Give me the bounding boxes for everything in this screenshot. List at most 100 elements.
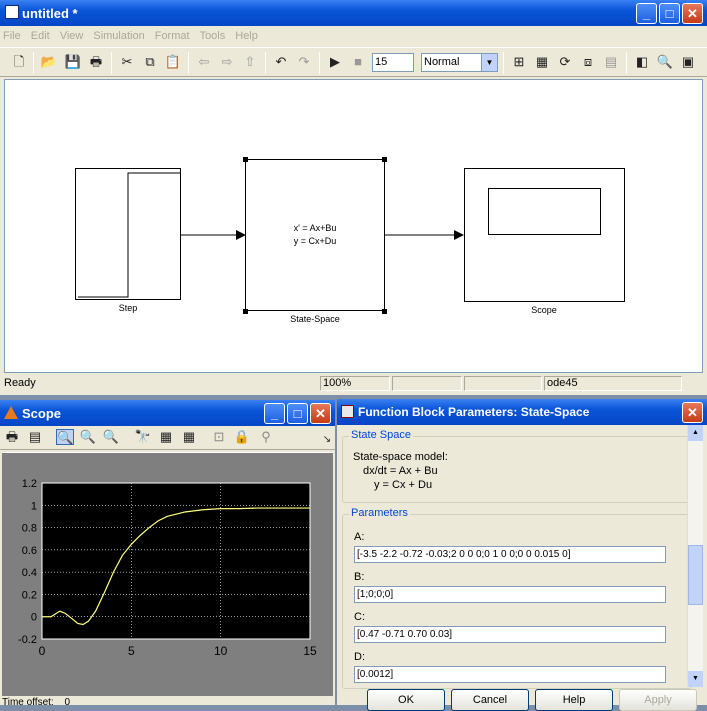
selection-handle[interactable] (382, 309, 387, 314)
scope-label: Scope (531, 305, 557, 315)
state-space-equation-2: y = Cx+Du (293, 236, 337, 246)
y-tick-label: 0 (31, 612, 37, 624)
selection-handle[interactable] (243, 157, 248, 162)
model-canvas[interactable]: Step x' = Ax+Bu y = Cx+Du State-Space Sc… (4, 79, 703, 373)
menu-view[interactable]: View (60, 30, 84, 42)
open-folder-icon[interactable]: 📂 (40, 54, 58, 70)
apply-button[interactable]: Apply (619, 689, 697, 711)
redo-icon[interactable]: ↷ (295, 54, 313, 70)
signal-line-2 (385, 230, 464, 240)
print-icon[interactable]: 🖶 (3, 429, 21, 445)
state-space-description-group: State Space State-space model: dx/dt = A… (342, 429, 692, 503)
time-offset-row: Time offset: 0 (2, 697, 70, 708)
simulation-mode-select[interactable]: Normal ▼ (421, 53, 498, 72)
forward-arrow-icon[interactable]: ⇨ (218, 54, 236, 70)
close-button[interactable]: ✕ (682, 3, 703, 24)
cancel-button[interactable]: Cancel (451, 689, 529, 711)
undo-icon[interactable]: ↶ (272, 54, 290, 70)
zoom-x-icon[interactable]: 🔍 (79, 429, 97, 445)
param-b-field[interactable]: [1;0;0;0] (354, 586, 666, 603)
scroll-down-icon[interactable]: ▼ (688, 671, 703, 687)
minimize-button[interactable]: _ (636, 3, 657, 24)
help-button[interactable]: Help (535, 689, 613, 711)
state-space-equation-1: x' = Ax+Bu (293, 223, 337, 233)
stop-simulation-icon[interactable]: ■ (349, 54, 367, 70)
minimize-button[interactable]: _ (264, 403, 285, 424)
update-diagram-icon[interactable]: ⟳ (556, 54, 574, 70)
parameters-dialog: Function Block Parameters: State-Space ✕… (337, 399, 707, 711)
simulink-logo-icon (341, 405, 354, 418)
ok-button[interactable]: OK (367, 689, 445, 711)
back-arrow-icon[interactable]: ⇦ (195, 54, 213, 70)
status-ready: Ready (4, 377, 36, 389)
param-d-field[interactable]: [0.0012] (354, 666, 666, 683)
restore-axes-icon[interactable]: ▦ (180, 429, 198, 445)
stop-time-input[interactable]: 15 (372, 53, 414, 72)
dialog-title: Function Block Parameters: State-Space (358, 405, 590, 419)
copy-icon[interactable]: ⧉ (141, 54, 159, 70)
scope-chart[interactable]: 0 5 10 15-0.200.20.40.60.811.2 (2, 453, 333, 697)
lock-icon[interactable]: 🔒 (233, 429, 251, 445)
signal-selection-icon[interactable]: ⚲ (257, 429, 275, 445)
scroll-up-icon[interactable]: ▲ (688, 425, 703, 441)
model-explorer-icon[interactable]: ▦ (533, 54, 551, 70)
save-icon[interactable]: 💾 (64, 54, 82, 70)
close-button[interactable]: ✕ (682, 402, 703, 423)
param-b-label: B: (354, 571, 365, 583)
scope-block[interactable] (464, 168, 625, 302)
dialog-scrollbar[interactable]: ▲ ▼ (687, 425, 703, 687)
selection-handle[interactable] (243, 309, 248, 314)
save-axes-icon[interactable]: ▦ (157, 429, 175, 445)
close-button[interactable]: ✕ (310, 403, 331, 424)
dialog-titlebar[interactable]: Function Block Parameters: State-Space ✕ (337, 399, 707, 425)
zoom-y-icon[interactable]: 🔍 (102, 429, 120, 445)
group-title-parameters: Parameters (349, 507, 410, 519)
selection-handle[interactable] (382, 157, 387, 162)
menu-simulation[interactable]: Simulation (93, 30, 144, 42)
menu-format[interactable]: Format (155, 30, 190, 42)
floating-scope-icon[interactable]: ⊡ (210, 429, 228, 445)
profiler-icon[interactable]: ◧ (633, 54, 651, 70)
zoom-find-icon[interactable]: 🔍 (656, 54, 674, 70)
menu-help[interactable]: Help (235, 30, 258, 42)
print-icon[interactable]: 🖶 (87, 54, 105, 70)
scope-plot-area: 0 5 10 15 -0.2 0 0.2 0.4 0.6 0.8 1 1.2 (2, 452, 333, 696)
menu-tools[interactable]: Tools (200, 30, 226, 42)
time-offset-value: 0 (64, 697, 71, 708)
maximize-button[interactable]: □ (659, 3, 680, 24)
start-simulation-icon[interactable]: ▶ (326, 54, 344, 70)
status-empty-2 (464, 376, 542, 391)
plot-background (41, 482, 311, 640)
chevron-down-icon: ▼ (481, 54, 497, 71)
maximize-button[interactable]: □ (287, 403, 308, 424)
parameters-icon[interactable]: ▤ (26, 429, 44, 445)
x-tick-label: 15 (303, 644, 317, 658)
model-titlebar[interactable]: untitled * _ □ ✕ (0, 0, 707, 26)
zoom-icon[interactable]: 🔍 (56, 429, 74, 445)
scope-titlebar[interactable]: Scope _ □ ✕ (0, 400, 335, 426)
y-tick-label: 0.2 (22, 589, 37, 601)
state-space-block[interactable]: x' = Ax+Bu y = Cx+Du (245, 159, 385, 311)
menu-edit[interactable]: Edit (31, 30, 50, 42)
scope-screen-icon (488, 188, 601, 235)
library-browser-icon[interactable]: ⊞ (510, 54, 528, 70)
scroll-thumb[interactable] (688, 545, 703, 605)
options-icon[interactable]: ▣ (679, 54, 697, 70)
up-arrow-icon[interactable]: ⇧ (241, 54, 259, 70)
param-c-field[interactable]: [0.47 -0.71 0.70 0.03] (354, 626, 666, 643)
y-tick-label: -0.2 (18, 634, 37, 646)
paste-icon[interactable]: 📋 (164, 54, 182, 70)
debug-icon[interactable]: ▤ (602, 54, 620, 70)
scope-title: Scope (22, 405, 62, 421)
build-icon[interactable]: ⧈ (579, 54, 597, 70)
simulation-mode-value: Normal (424, 56, 460, 68)
param-a-field[interactable]: [-3.5 -2.2 -0.72 -0.03;2 0 0 0;0 1 0 0;0… (354, 546, 666, 563)
autoscale-icon[interactable]: 🔭 (134, 429, 152, 445)
menu-file[interactable]: File (3, 30, 21, 42)
step-block[interactable] (75, 168, 181, 300)
description-line-3: y = Cx + Du (374, 479, 433, 491)
new-file-icon[interactable]: 🗋 (10, 54, 28, 70)
cut-icon[interactable]: ✂ (118, 54, 136, 70)
dock-arrow-icon[interactable]: ↘ (318, 432, 336, 448)
scope-toolbar: 🖶 ▤ 🔍 🔍 🔍 🔭 ▦ ▦ ⊡ 🔒 ⚲ ↘ (0, 426, 335, 450)
